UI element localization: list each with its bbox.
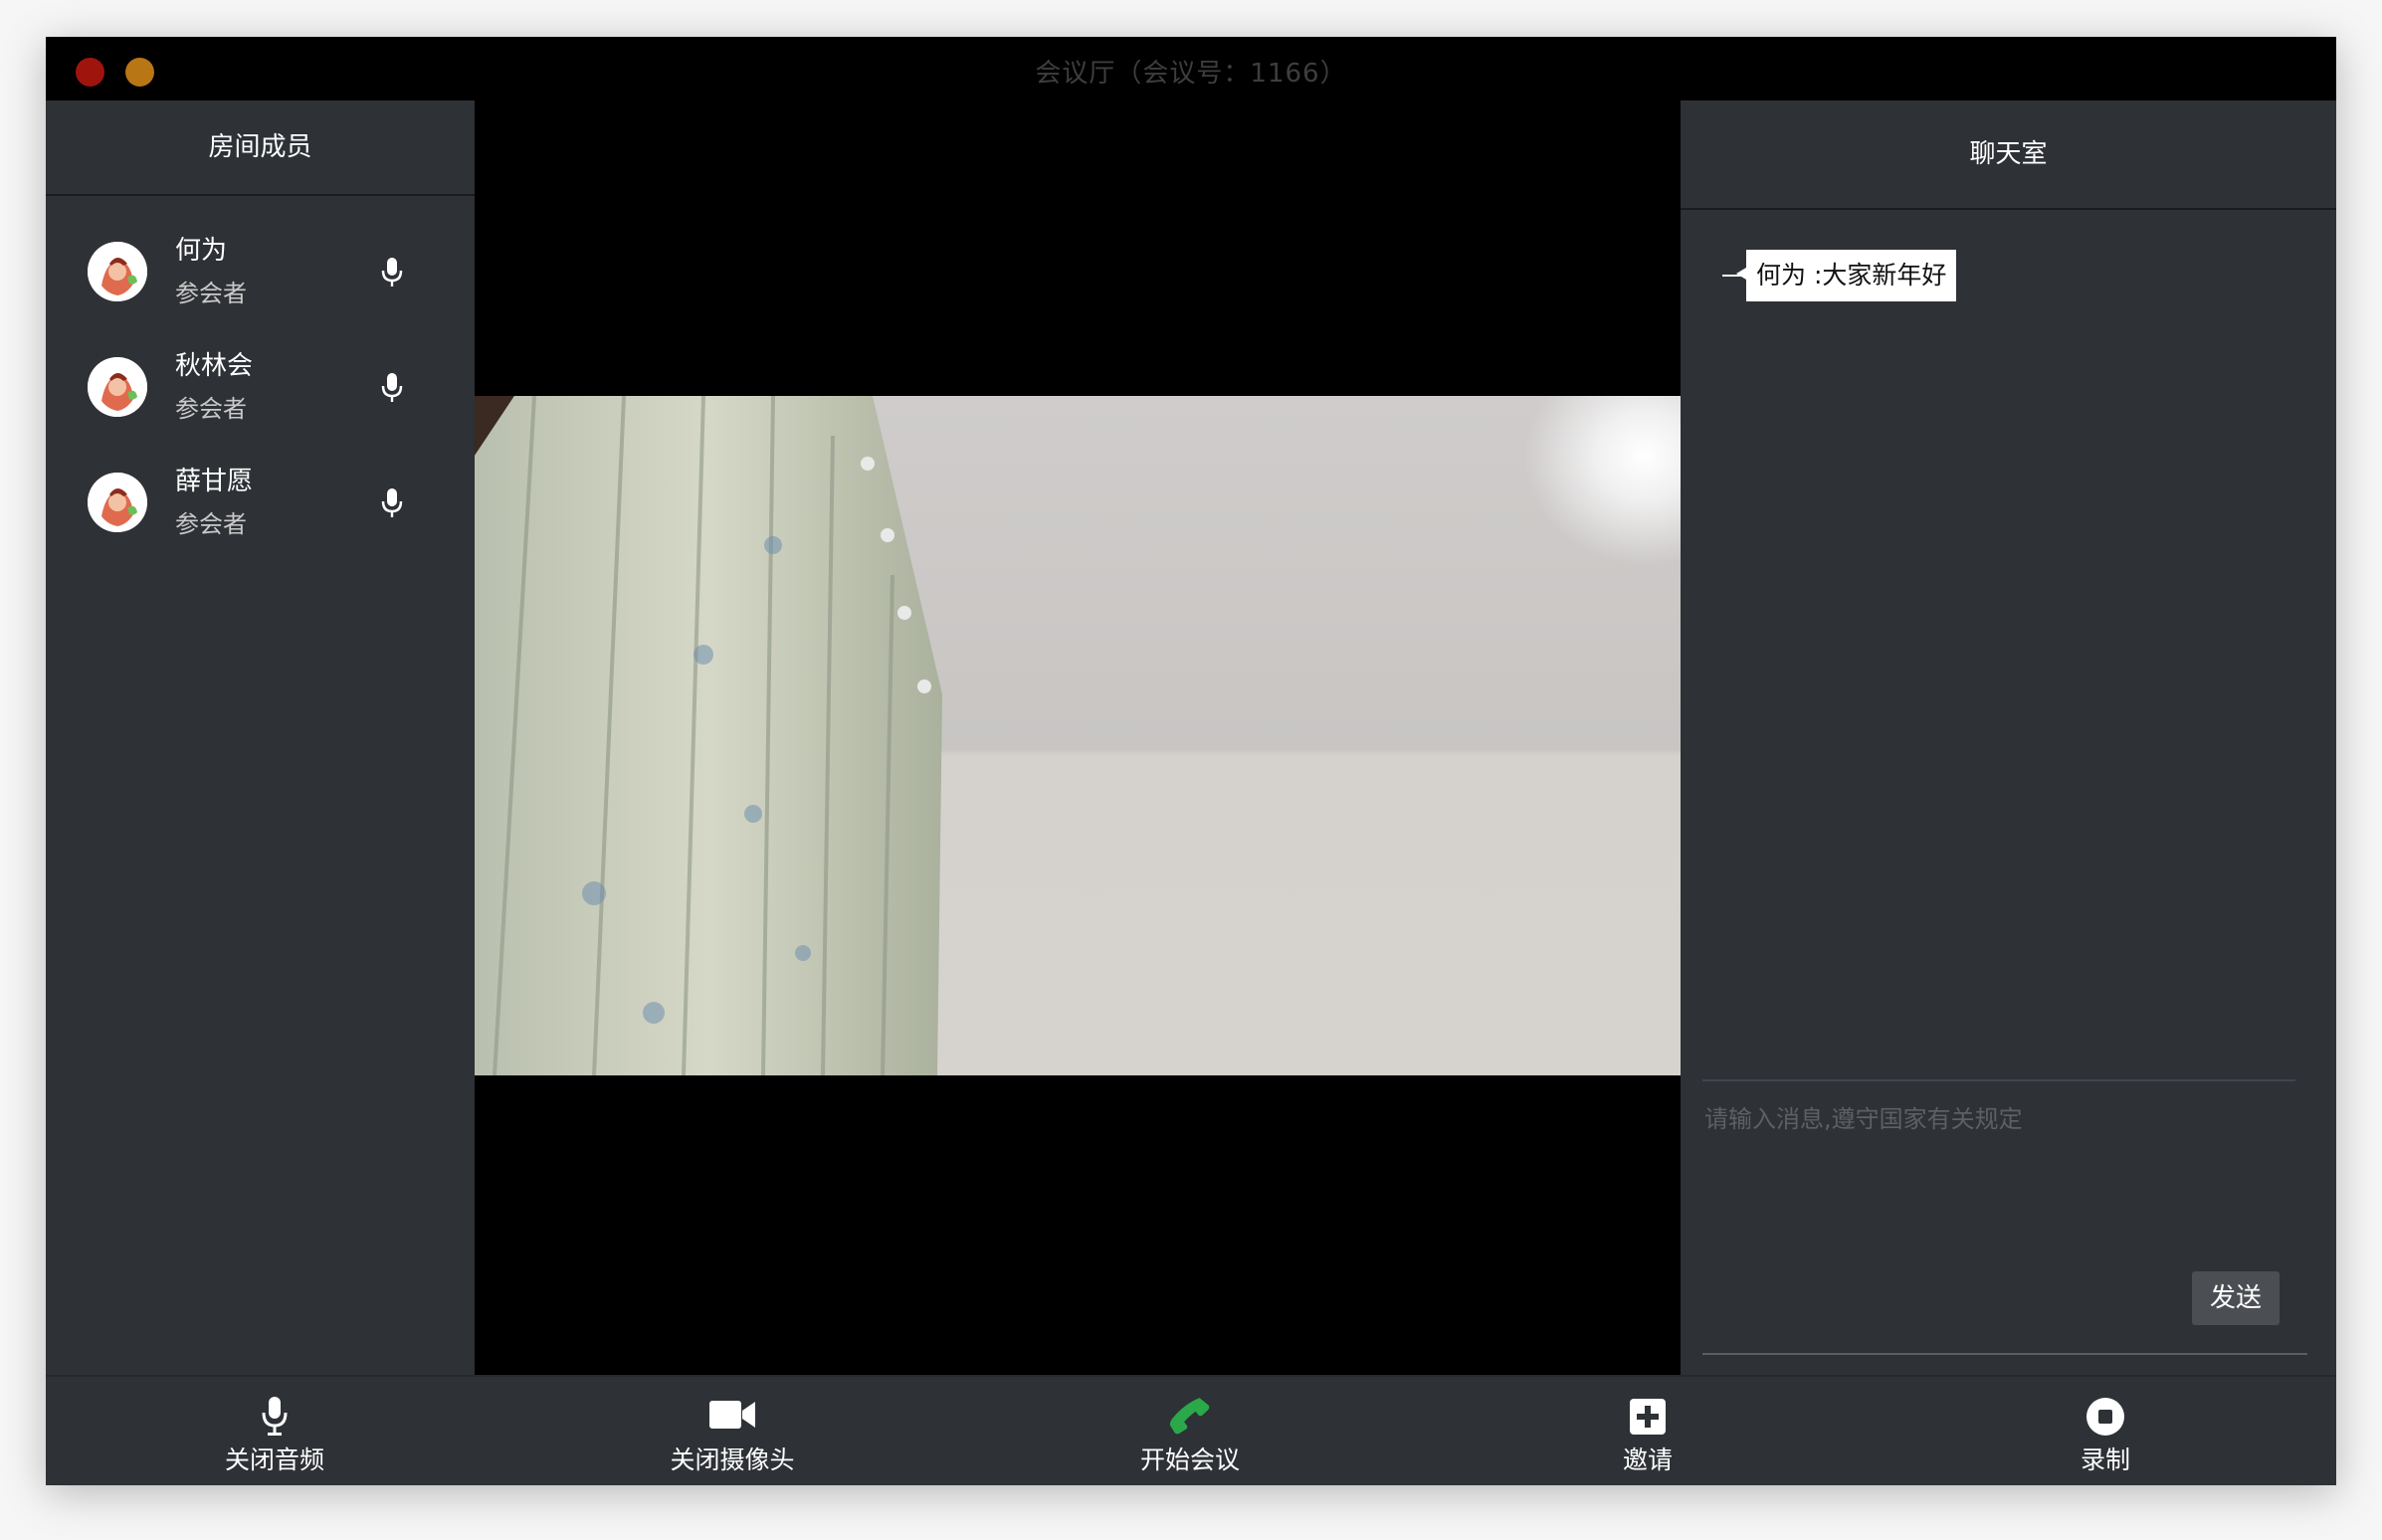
start-meeting-label: 开始会议 — [1139, 1445, 1240, 1474]
microphone-icon[interactable] — [380, 371, 404, 405]
meeting-toolbar: 关闭音频 关闭摄像头 开始会议 邀请 录制 — [46, 1375, 2336, 1485]
invite-button[interactable]: 邀请 — [1548, 1377, 1747, 1485]
chat-header: 聊天室 — [1681, 100, 2336, 210]
chat-message: 何为 :大家新年好 — [1721, 250, 1957, 301]
avatar — [88, 357, 147, 417]
member-role: 参会者 — [175, 280, 247, 307]
video-camera-icon — [709, 1401, 755, 1429]
microphone-icon — [262, 1397, 288, 1436]
message-input[interactable] — [1702, 1097, 2293, 1260]
member-name: 薛甘愿 — [175, 467, 254, 496]
close-camera-button[interactable]: 关闭摄像头 — [633, 1377, 832, 1485]
mute-audio-label: 关闭音频 — [224, 1445, 324, 1474]
close-camera-label: 关闭摄像头 — [670, 1445, 795, 1474]
window-title: 会议厅（会议号：1166） — [1035, 59, 1347, 89]
member-item[interactable]: 薛甘愿 参会者 — [46, 451, 475, 558]
invite-label: 邀请 — [1622, 1445, 1673, 1474]
record-label: 录制 — [2080, 1445, 2130, 1474]
microphone-icon[interactable] — [380, 256, 404, 289]
avatar — [88, 473, 147, 532]
chat-divider — [1702, 1353, 2307, 1355]
chat-divider — [1702, 1079, 2295, 1081]
chat-panel: 聊天室 何为 :大家新年好 发送 — [1681, 100, 2336, 1375]
record-button[interactable]: 录制 — [2006, 1377, 2205, 1485]
record-stop-icon — [2086, 1398, 2124, 1436]
curtain-image — [475, 396, 942, 1075]
phone-icon — [1169, 1398, 1210, 1435]
members-panel: 房间成员 何为 参会者 秋林会 参会者 薛甘愿 参会者 — [46, 100, 475, 1375]
member-role: 参会者 — [175, 510, 247, 538]
members-header: 房间成员 — [46, 100, 475, 196]
avatar-cartoon-icon — [88, 357, 147, 417]
avatar-cartoon-icon — [88, 242, 147, 301]
video-feed — [475, 396, 1681, 1075]
member-name: 秋林会 — [175, 351, 254, 381]
add-square-icon — [1630, 1399, 1666, 1435]
mute-audio-button[interactable]: 关闭音频 — [175, 1377, 374, 1485]
title-bar: 会议厅（会议号：1166） — [46, 37, 2336, 102]
send-button[interactable]: 发送 — [2192, 1271, 2280, 1325]
video-area — [475, 100, 1681, 1375]
meeting-window: 会议厅（会议号：1166） 房间成员 何为 参会者 秋林会 参会者 薛甘愿 参会… — [46, 37, 2336, 1485]
member-name: 何为 — [175, 236, 228, 266]
avatar — [88, 242, 147, 301]
microphone-icon[interactable] — [380, 486, 404, 520]
start-meeting-button[interactable]: 开始会议 — [1091, 1377, 1290, 1485]
member-role: 参会者 — [175, 395, 247, 423]
member-item[interactable]: 何为 参会者 — [46, 220, 475, 327]
avatar-cartoon-icon — [88, 473, 147, 532]
member-item[interactable]: 秋林会 参会者 — [46, 335, 475, 443]
